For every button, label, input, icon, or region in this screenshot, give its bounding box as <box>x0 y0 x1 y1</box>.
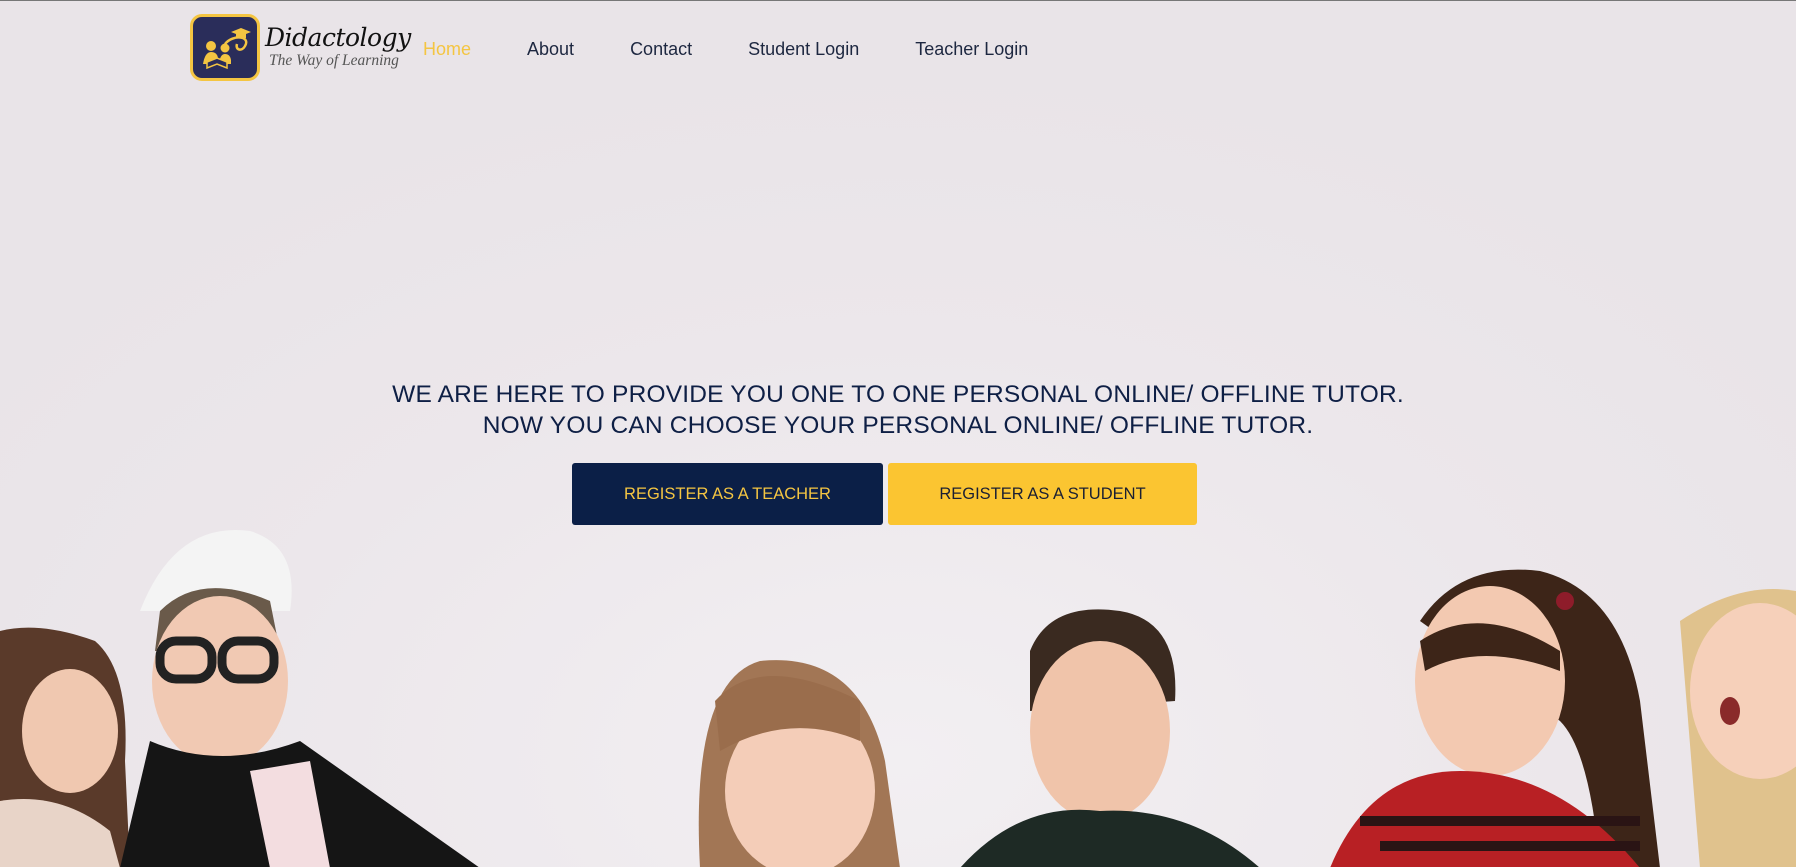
hero-headline-line-2: NOW YOU CAN CHOOSE YOUR PERSONAL ONLINE/… <box>482 412 1314 439</box>
hero-headline-line-1: WE ARE HERE TO PROVIDE YOU ONE TO ONE PE… <box>392 381 1404 408</box>
main-nav: Home About Contact Student Login Teacher… <box>423 39 1084 60</box>
students-reading-graduation-cap-icon <box>190 13 260 81</box>
brand-logo[interactable]: Didactology The Way of Learning <box>190 13 411 81</box>
nav-student-login[interactable]: Student Login <box>748 39 859 60</box>
student-figure-4 <box>960 609 1259 867</box>
nav-teacher-login[interactable]: Teacher Login <box>915 39 1028 60</box>
brand-text: Didactology The Way of Learning <box>265 25 411 69</box>
student-figure-6 <box>1680 589 1796 867</box>
nav-home[interactable]: Home <box>423 39 471 60</box>
student-figure-1 <box>0 627 130 867</box>
brand-name: Didactology <box>265 23 411 53</box>
student-figure-3 <box>698 660 900 867</box>
brand-tagline: The Way of Learning <box>269 52 399 70</box>
student-figure-2 <box>120 530 479 867</box>
site-header: Didactology The Way of Learning Home Abo… <box>0 1 1796 101</box>
register-student-button[interactable]: REGISTER AS A STUDENT <box>888 463 1197 525</box>
student-figure-5 <box>1330 569 1660 867</box>
page: Didactology The Way of Learning Home Abo… <box>0 0 1796 867</box>
nav-about[interactable]: About <box>527 39 574 60</box>
nav-contact[interactable]: Contact <box>630 39 692 60</box>
students-hero-photo <box>0 530 1796 867</box>
register-teacher-button[interactable]: REGISTER AS A TEACHER <box>572 463 883 525</box>
